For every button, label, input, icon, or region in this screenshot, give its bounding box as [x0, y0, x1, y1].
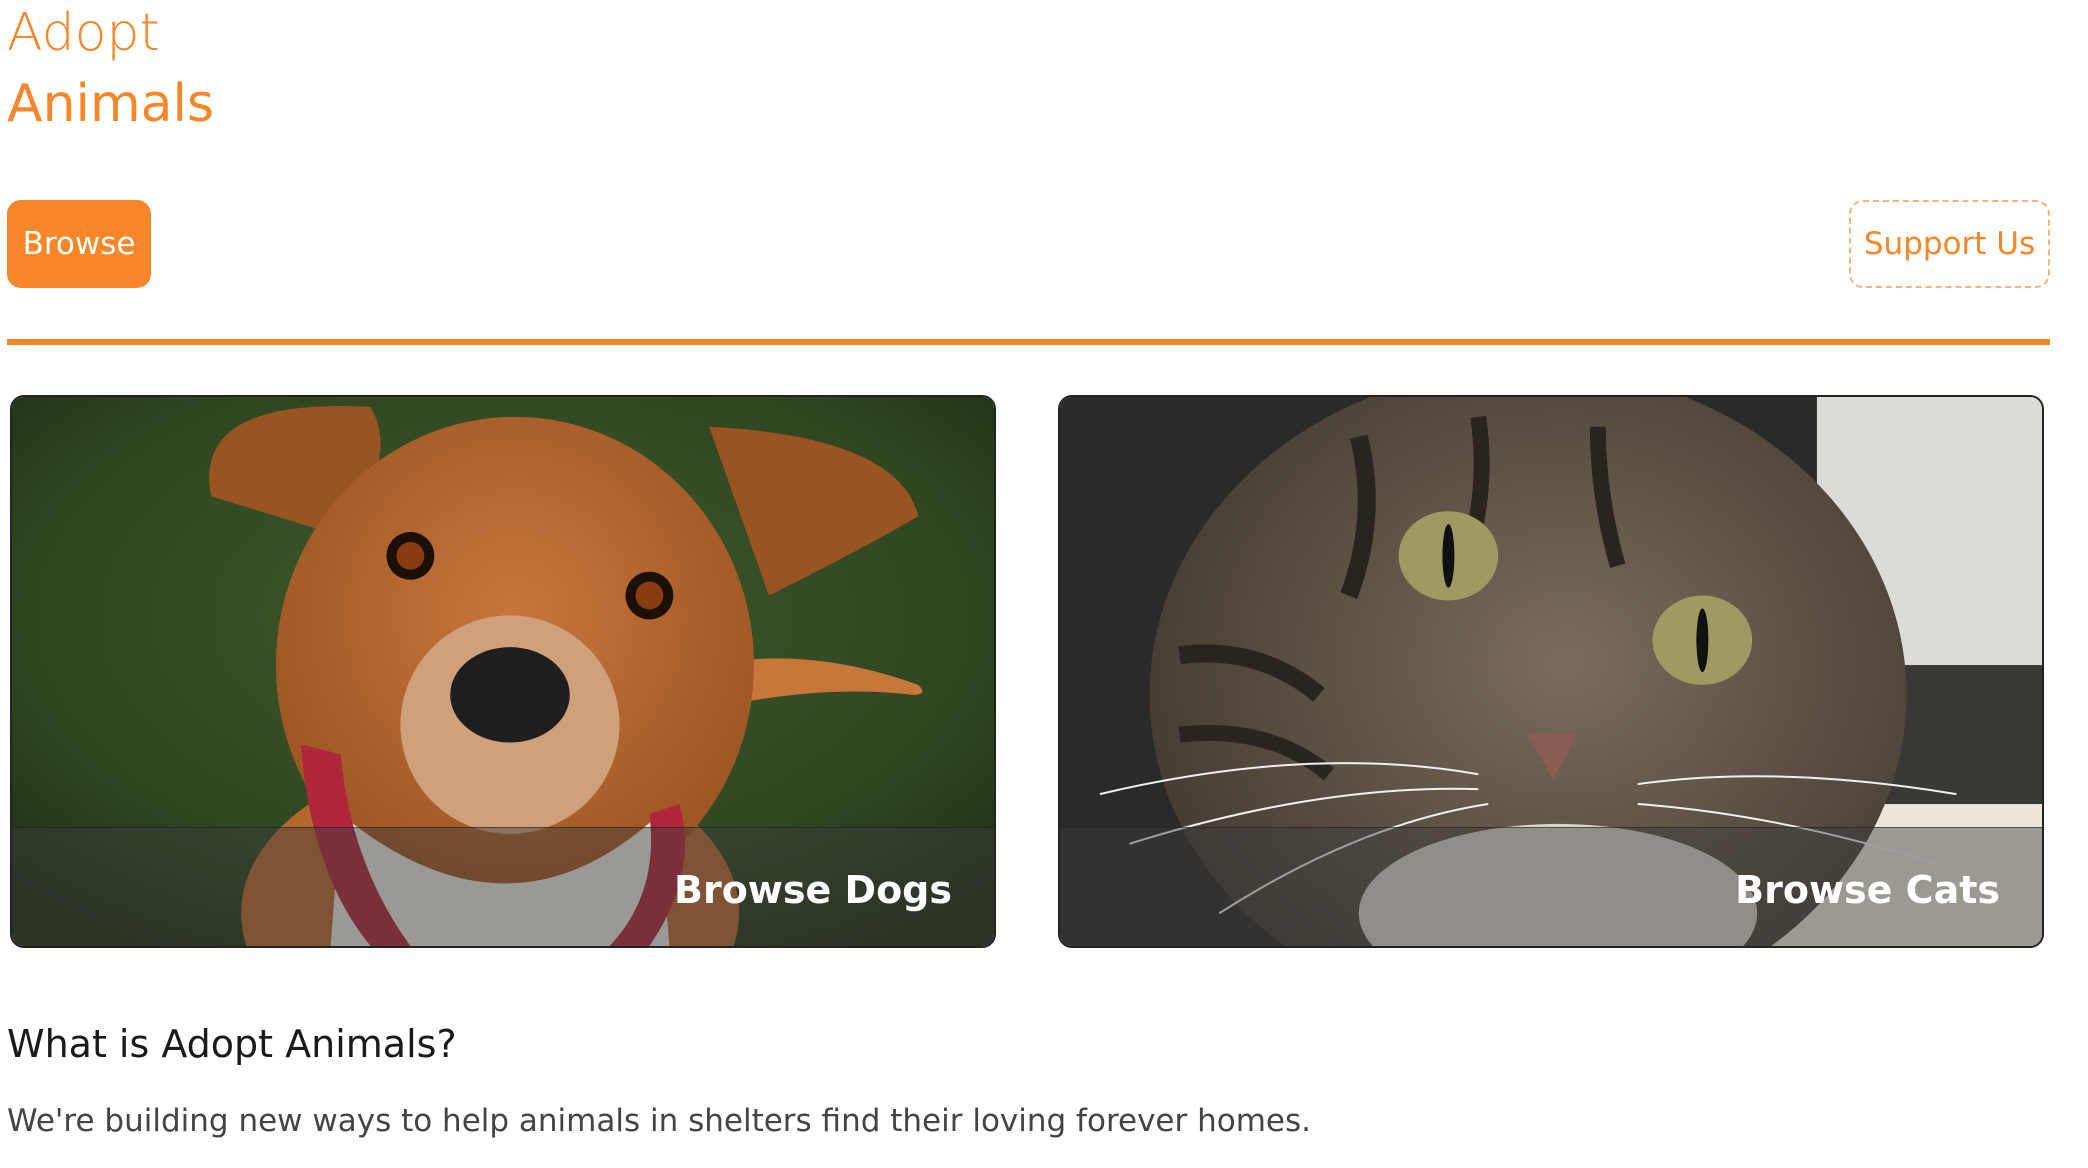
support-us-button[interactable]: Support Us [1849, 200, 2050, 288]
browse-cats-card[interactable]: Browse Cats [1058, 395, 2044, 948]
about-heading: What is Adopt Animals? [7, 1022, 457, 1066]
browse-dogs-label: Browse Dogs [673, 868, 952, 912]
logo-line-2: Animals [7, 74, 215, 134]
browse-button[interactable]: Browse [7, 200, 151, 288]
logo-line-1: Adopt [7, 3, 160, 63]
about-description: We're building new ways to help animals … [7, 1103, 1311, 1139]
header-divider [7, 339, 2050, 345]
page: Adopt Animals Browse Support Us Browse D… [0, 0, 2088, 1168]
browse-dogs-card[interactable]: Browse Dogs [10, 395, 996, 948]
browse-cats-label: Browse Cats [1735, 868, 2000, 912]
